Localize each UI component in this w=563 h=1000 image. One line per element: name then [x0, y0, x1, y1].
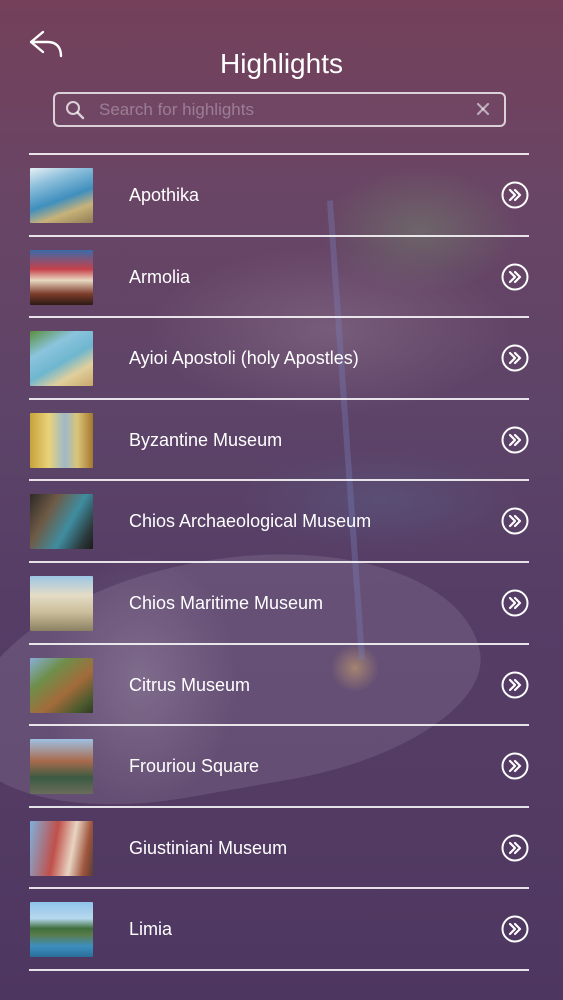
- double-chevron-right-circle-icon[interactable]: [501, 181, 529, 209]
- list-item[interactable]: Chios Archaeological Museum: [29, 481, 529, 563]
- thumbnail-image: [30, 494, 93, 550]
- list-item-label: Frouriou Square: [129, 756, 260, 777]
- double-chevron-right-circle-icon[interactable]: [501, 507, 529, 535]
- list-item-label: Apothika: [129, 185, 200, 205]
- list-item-label: Ayioi Apostoli (holy Apostles): [129, 348, 359, 369]
- list-item-label: Byzantine Museum: [129, 429, 283, 450]
- double-chevron-right-circle-icon[interactable]: [501, 263, 529, 291]
- list-item[interactable]: Limia: [29, 889, 529, 971]
- list-item[interactable]: Armolia: [29, 237, 529, 319]
- list-item[interactable]: Frouriou Square: [29, 726, 529, 808]
- list-item-label: Chios Archaeological Museum: [129, 511, 372, 532]
- search-icon: [66, 101, 85, 120]
- double-chevron-right-circle-icon[interactable]: [501, 344, 529, 372]
- list-item-label: Armolia: [129, 266, 191, 287]
- highlights-list: Apothika Armolia Ayioi Apostoli (holy Ap…: [29, 153, 529, 971]
- thumbnail-image: [30, 412, 93, 468]
- thumbnail-image: [30, 657, 93, 713]
- search-bar: [53, 92, 506, 127]
- thumbnail-image: [30, 739, 93, 795]
- page-title: Highlights: [220, 47, 343, 79]
- double-chevron-right-circle-icon[interactable]: [501, 752, 529, 780]
- list-item-label: Giustiniani Museum: [129, 837, 288, 858]
- thumbnail-image: [30, 249, 93, 305]
- double-chevron-right-circle-icon[interactable]: [501, 426, 529, 454]
- thumbnail-image: [30, 168, 93, 223]
- double-chevron-right-circle-icon[interactable]: [501, 915, 529, 943]
- search-input[interactable]: [99, 94, 469, 125]
- list-item[interactable]: Ayioi Apostoli (holy Apostles): [29, 318, 529, 400]
- double-chevron-right-circle-icon[interactable]: [501, 589, 529, 617]
- list-item[interactable]: Apothika: [29, 155, 529, 237]
- list-item-label: Citrus Museum: [129, 674, 251, 695]
- clear-icon[interactable]: [476, 102, 490, 116]
- thumbnail-image: [30, 331, 93, 387]
- thumbnail-image: [30, 902, 93, 958]
- double-chevron-right-circle-icon[interactable]: [501, 834, 529, 862]
- list-item[interactable]: Chios Maritime Museum: [29, 563, 529, 645]
- header: Highlights: [0, 0, 563, 90]
- double-chevron-right-circle-icon[interactable]: [501, 671, 529, 699]
- list-item-label: Chios Maritime Museum: [129, 592, 324, 613]
- list-item-label: Limia: [129, 919, 173, 940]
- list-item[interactable]: Citrus Museum: [29, 645, 529, 727]
- thumbnail-image: [30, 820, 93, 876]
- thumbnail-image: [30, 575, 93, 631]
- list-item[interactable]: Byzantine Museum: [29, 400, 529, 482]
- list-item[interactable]: Giustiniani Museum: [29, 808, 529, 890]
